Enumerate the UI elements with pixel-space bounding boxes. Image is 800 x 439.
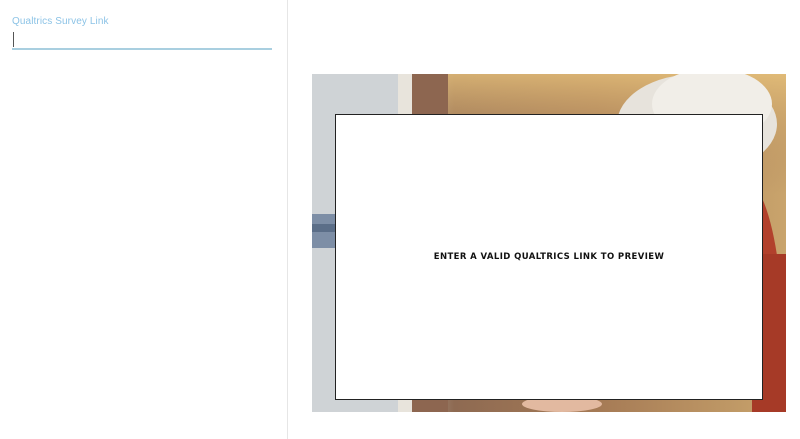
survey-link-input[interactable] <box>12 30 272 50</box>
survey-link-label: Qualtrics Survey Link <box>12 16 109 27</box>
text-cursor <box>13 32 14 47</box>
settings-panel: Qualtrics Survey Link <box>0 0 288 439</box>
survey-preview-placeholder: ENTER A VALID QUALTRICS LINK TO PREVIEW <box>335 114 763 400</box>
preview-message: ENTER A VALID QUALTRICS LINK TO PREVIEW <box>433 252 665 262</box>
